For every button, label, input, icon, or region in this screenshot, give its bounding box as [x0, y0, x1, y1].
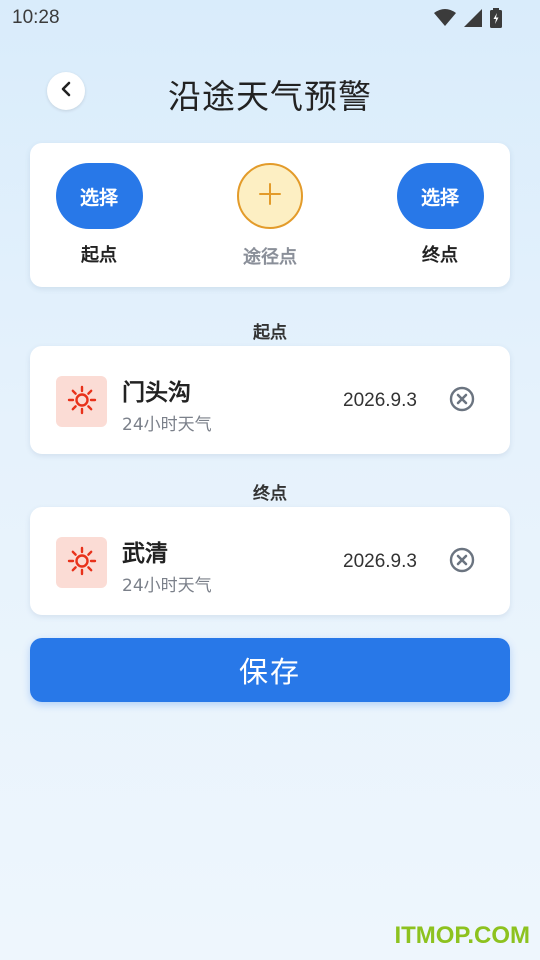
wifi-icon — [434, 9, 456, 31]
weather-icon-box — [56, 537, 107, 588]
sun-icon — [67, 385, 97, 419]
plus-icon — [258, 182, 282, 210]
save-button[interactable]: 保存 — [30, 638, 510, 702]
status-time: 10:28 — [12, 7, 60, 28]
select-end-button[interactable]: 选择 — [396, 163, 484, 229]
start-point-label: 起点 — [81, 245, 117, 266]
sun-icon — [67, 546, 97, 580]
remove-start-button[interactable] — [448, 385, 476, 417]
waypoint-label: 途径点 — [243, 247, 297, 268]
route-card: 选择 起点 途径点 选择 终点 — [30, 143, 510, 287]
cellular-signal-icon — [464, 9, 482, 31]
place-date: 2026.9.3 — [343, 390, 417, 411]
place-subtitle: 24小时天气 — [122, 415, 212, 435]
end-section-label: 终点 — [253, 484, 287, 504]
watermark: ITMOP.COM — [394, 922, 530, 949]
status-bar: 10:28 — [0, 0, 540, 36]
battery-icon — [490, 8, 502, 32]
end-point-label: 终点 — [422, 245, 458, 266]
place-subtitle: 24小时天气 — [122, 576, 212, 596]
close-circle-icon — [448, 385, 476, 417]
start-section-label: 起点 — [253, 323, 287, 343]
end-point-column: 选择 终点 — [380, 163, 500, 267]
remove-end-button[interactable] — [448, 546, 476, 578]
start-point-column: 选择 起点 — [39, 163, 159, 267]
place-name: 武清 — [122, 541, 168, 567]
start-point-card[interactable]: 门头沟 24小时天气 2026.9.3 — [30, 346, 510, 454]
close-circle-icon — [448, 546, 476, 578]
weather-icon-box — [56, 376, 107, 427]
status-icons — [434, 8, 502, 32]
header: 沿途天气预警 — [0, 60, 540, 122]
end-point-card[interactable]: 武清 24小时天气 2026.9.3 — [30, 507, 510, 615]
place-date: 2026.9.3 — [343, 551, 417, 572]
add-waypoint-button[interactable] — [237, 163, 303, 229]
waypoint-column: 途径点 — [210, 163, 330, 269]
page-title: 沿途天气预警 — [168, 77, 372, 116]
select-start-button[interactable]: 选择 — [55, 163, 143, 229]
place-name: 门头沟 — [122, 380, 191, 406]
